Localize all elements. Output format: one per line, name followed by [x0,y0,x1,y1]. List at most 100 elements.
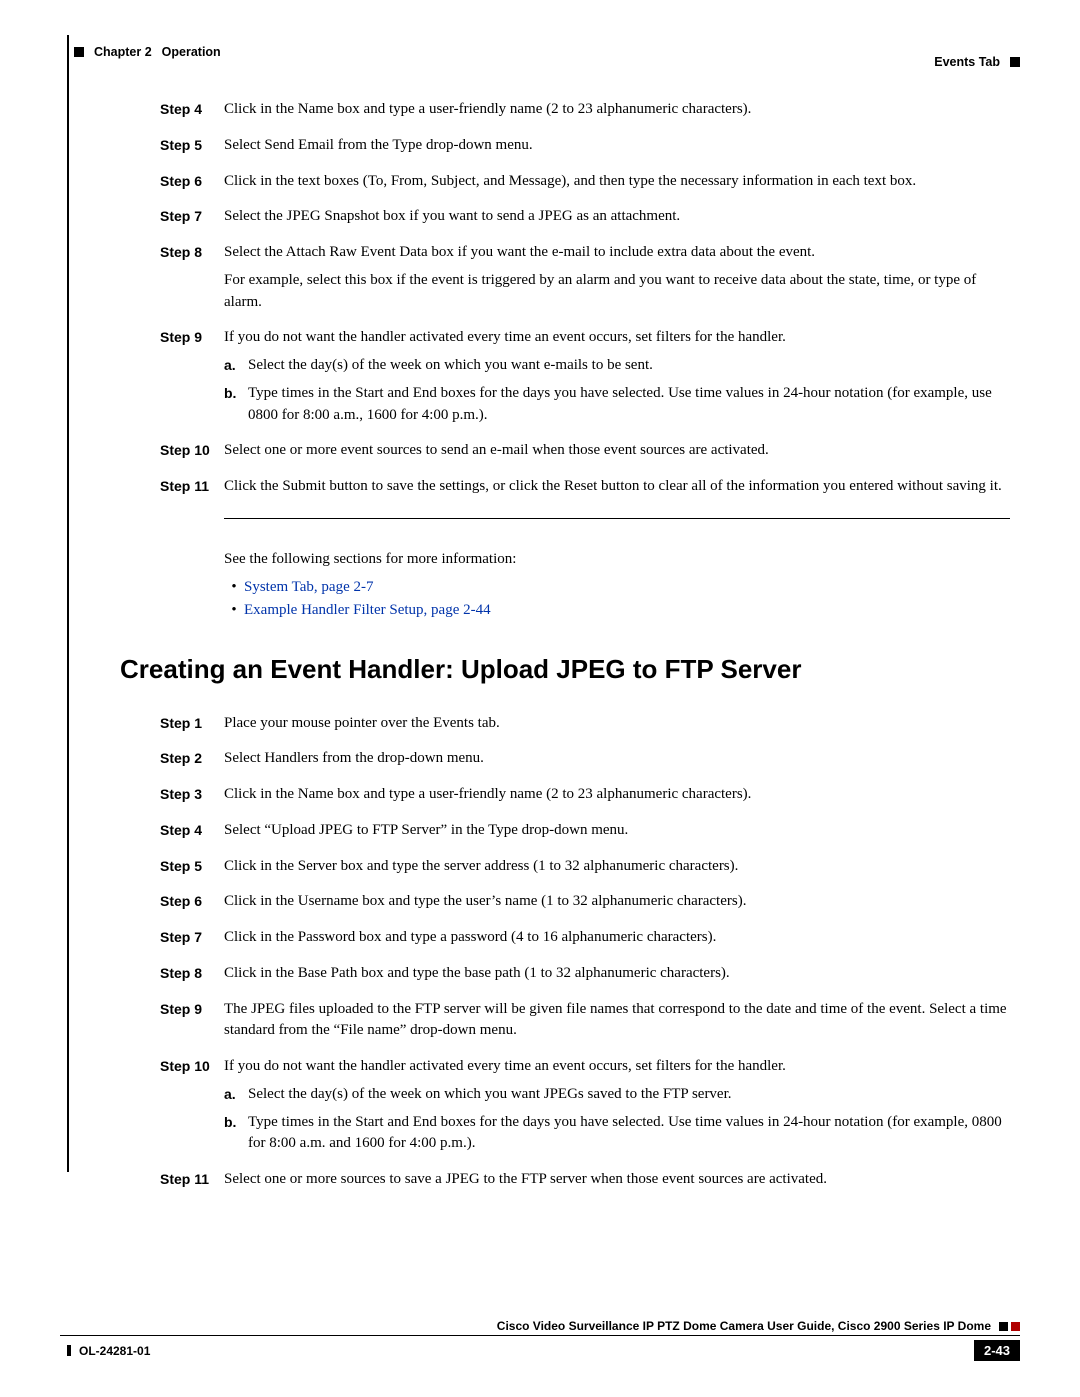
step-row: Step 3Click in the Name box and type a u… [160,784,1010,812]
page-footer: Cisco Video Surveillance IP PTZ Dome Cam… [60,1319,1020,1361]
footer-rule [60,1335,1020,1336]
cross-ref-link[interactable]: System Tab, page 2-7 [244,579,1010,596]
substep-label: b. [224,383,248,427]
step-row: Step 5Select Send Email from the Type dr… [160,135,1010,163]
step-body: Click in the Server box and type the ser… [224,856,1010,884]
substep-row: b.Type times in the Start and End boxes … [224,383,1010,427]
step-text: Click in the Password box and type a pas… [224,927,1010,949]
step-text: Select the JPEG Snapshot box if you want… [224,206,1010,228]
bullet-row: •System Tab, page 2-7 [224,579,1010,596]
page: Chapter 2 Operation Events Tab Step 4Cli… [0,0,1080,1397]
square-red-icon [1011,1322,1020,1331]
separator-rule [224,518,1010,519]
page-number-badge: 2-43 [974,1340,1020,1361]
step-text: Place your mouse pointer over the Events… [224,713,1010,735]
step-label: Step 3 [160,784,224,812]
footer-title-row: Cisco Video Surveillance IP PTZ Dome Cam… [60,1319,1020,1333]
footer-squares-icon [999,1322,1020,1331]
substep-text: Select the day(s) of the week on which y… [248,355,1010,377]
step-label: Step 6 [160,891,224,919]
step-body: Select one or more sources to save a JPE… [224,1169,1010,1197]
step-text: Click in the Name box and type a user-fr… [224,99,1010,121]
square-black-icon [999,1322,1008,1331]
step-label: Step 8 [160,242,224,319]
step-body: Select “Upload JPEG to FTP Server” in th… [224,820,1010,848]
page-header: Chapter 2 Operation Events Tab [60,35,1020,69]
step-row: Step 4Click in the Name box and type a u… [160,99,1010,127]
section-label: Operation [162,45,221,59]
step-text: Click in the Base Path box and type the … [224,963,1010,985]
step-row: Step 1Place your mouse pointer over the … [160,713,1010,741]
step-label: Step 9 [160,999,224,1049]
step-label: Step 8 [160,963,224,991]
header-right: Events Tab [934,55,1020,69]
substep-label: a. [224,355,248,377]
bullet-icon: • [224,602,244,619]
substep-row: a.Select the day(s) of the week on which… [224,355,1010,377]
step-text: For example, select this box if the even… [224,270,1010,314]
step-body: Select one or more event sources to send… [224,440,1010,468]
step-label: Step 10 [160,440,224,468]
step-label: Step 1 [160,713,224,741]
step-text: Click the Submit button to save the sett… [224,476,1010,498]
substep-label: a. [224,1084,248,1106]
substep-row: a.Select the day(s) of the week on which… [224,1084,1010,1106]
step-text: If you do not want the handler activated… [224,327,1010,349]
step-text: Click in the text boxes (To, From, Subje… [224,171,1010,193]
doc-id: OL-24281-01 [79,1344,150,1358]
substep-row: b.Type times in the Start and End boxes … [224,1112,1010,1156]
step-row: Step 10Select one or more event sources … [160,440,1010,468]
cross-ref-link[interactable]: Example Handler Filter Setup, page 2-44 [244,602,1010,619]
step-row: Step 6Click in the Username box and type… [160,891,1010,919]
footer-bottom: OL-24281-01 2-43 [60,1340,1020,1361]
step-text: Select one or more event sources to send… [224,440,1010,462]
step-body: Click in the Username box and type the u… [224,891,1010,919]
step-row: Step 11Click the Submit button to save t… [160,476,1010,504]
step-label: Step 11 [160,476,224,504]
step-row: Step 11Select one or more sources to sav… [160,1169,1010,1197]
step-text: The JPEG files uploaded to the FTP serve… [224,999,1010,1043]
steps-list-a: Step 4Click in the Name box and type a u… [160,99,1010,504]
content-area: Step 4Click in the Name box and type a u… [60,99,1020,1197]
step-label: Step 4 [160,820,224,848]
step-label: Step 4 [160,99,224,127]
step-label: Step 5 [160,856,224,884]
header-square-icon [74,47,84,57]
links-list: •System Tab, page 2-7 •Example Handler Fi… [224,579,1010,619]
step-body: Select the Attach Raw Event Data box if … [224,242,1010,319]
steps-list-b: Step 1Place your mouse pointer over the … [160,713,1010,1197]
step-row: Step 8Click in the Base Path box and typ… [160,963,1010,991]
step-text: Select Handlers from the drop-down menu. [224,748,1010,770]
step-text: Select the Attach Raw Event Data box if … [224,242,1010,264]
step-row: Step 10If you do not want the handler ac… [160,1056,1010,1161]
step-row: Step 2Select Handlers from the drop-down… [160,748,1010,776]
substep-text: Type times in the Start and End boxes fo… [248,1112,1010,1156]
step-body: Select the JPEG Snapshot box if you want… [224,206,1010,234]
step-text: Click in the Username box and type the u… [224,891,1010,913]
step-body: Click in the Name box and type a user-fr… [224,99,1010,127]
step-label: Step 7 [160,927,224,955]
step-row: Step 9The JPEG files uploaded to the FTP… [160,999,1010,1049]
step-text: Select “Upload JPEG to FTP Server” in th… [224,820,1010,842]
substep-label: b. [224,1112,248,1156]
step-body: Select Handlers from the drop-down menu. [224,748,1010,776]
header-left: Chapter 2 Operation [74,35,221,69]
tab-label: Events Tab [934,55,1000,69]
step-row: Step 7Click in the Password box and type… [160,927,1010,955]
substep-text: Select the day(s) of the week on which y… [248,1084,1010,1106]
step-label: Step 6 [160,171,224,199]
step-label: Step 2 [160,748,224,776]
step-row: Step 8Select the Attach Raw Event Data b… [160,242,1010,319]
step-label: Step 11 [160,1169,224,1197]
step-text: Click in the Server box and type the ser… [224,856,1010,878]
step-body: If you do not want the handler activated… [224,1056,1010,1161]
step-label: Step 9 [160,327,224,432]
step-row: Step 7Select the JPEG Snapshot box if yo… [160,206,1010,234]
header-square-icon [1010,57,1020,67]
footer-bar-icon [67,1345,71,1356]
step-text: Select Send Email from the Type drop-dow… [224,135,1010,157]
step-body: The JPEG files uploaded to the FTP serve… [224,999,1010,1049]
step-row: Step 6Click in the text boxes (To, From,… [160,171,1010,199]
step-label: Step 10 [160,1056,224,1161]
footer-left: OL-24281-01 [60,1344,150,1358]
